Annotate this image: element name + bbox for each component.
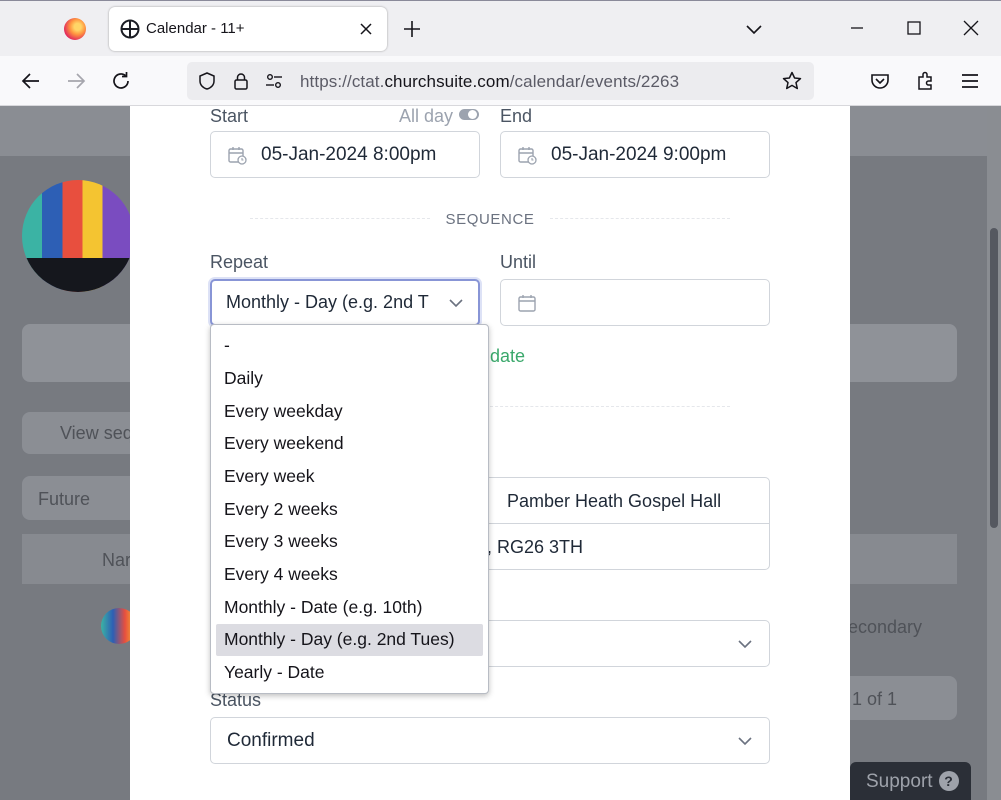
repeat-select-value: Monthly - Day (e.g. 2nd T [226,292,429,312]
start-datetime-value: 05-Jan-2024 8:00pm [261,144,437,165]
repeat-option[interactable]: Monthly - Date (e.g. 10th) [216,592,483,624]
end-datetime-field[interactable]: 05-Jan-2024 9:00pm [500,131,770,178]
close-tab-icon[interactable] [356,19,376,39]
help-icon: ? [938,771,959,791]
calendar-icon [518,295,536,312]
all-day-label: All day [399,106,454,126]
chevron-down-icon [449,299,463,308]
calendar-clock-icon [518,147,537,165]
support-button[interactable]: Support? [850,762,971,800]
view-sequence-label: View seq [60,423,133,443]
forward-icon[interactable] [64,69,88,93]
sequence-heading: SEQUENCE [445,211,535,228]
churchsuite-favicon-icon [120,19,140,39]
pocket-icon[interactable] [868,69,892,93]
calendar-clock-icon [228,147,247,165]
maximize-icon[interactable] [903,17,925,39]
tab-title: Calendar - 11+ [146,20,245,37]
support-label: Support [866,771,933,792]
permissions-icon[interactable] [264,71,284,91]
divider [490,406,730,407]
pagination-text: 1 of 1 [852,689,898,709]
close-window-icon[interactable] [960,17,982,39]
back-icon[interactable] [19,69,43,93]
repeat-option[interactable]: Daily [216,363,483,395]
status-select[interactable]: Confirmed [210,717,770,764]
end-datetime-value: 05-Jan-2024 9:00pm [551,144,727,165]
repeat-option[interactable]: Every 2 weeks [216,494,483,526]
scroll-thumb[interactable] [990,228,998,528]
bookmark-star-icon[interactable] [781,70,803,92]
status-value: Confirmed [227,730,315,751]
location-name: Pamber Heath Gospel Hall [507,491,722,511]
until-date-field[interactable] [500,279,770,326]
repeat-option[interactable]: Every week [216,461,483,493]
menu-icon[interactable] [958,69,982,93]
add-date-link[interactable]: date [490,346,525,367]
new-tab-icon[interactable] [401,18,423,40]
browser-tab[interactable]: Calendar - 11+ [109,7,387,51]
repeat-option[interactable]: Every weekend [216,428,483,460]
repeat-option[interactable]: Every 4 weeks [216,559,483,591]
navigation-toolbar: https://ctat.churchsuite.com/calendar/ev… [0,56,1001,106]
pagination[interactable]: 1 of 1 [840,676,957,720]
tab-bar: Calendar - 11+ [0,0,1001,56]
all-day-toggle[interactable] [459,109,479,120]
end-label: End [500,106,533,126]
filter-value: Future [38,489,91,509]
page-scrollbar[interactable] [987,106,1001,800]
extensions-icon[interactable] [913,69,937,93]
start-datetime-field[interactable]: 05-Jan-2024 8:00pm [210,131,480,178]
reload-icon[interactable] [109,69,133,93]
chevron-down-icon [738,737,752,746]
repeat-option-selected[interactable]: Monthly - Day (e.g. 2nd Tues) [216,624,483,656]
column-header: Nar [102,550,132,570]
address-bar[interactable]: https://ctat.churchsuite.com/calendar/ev… [187,62,814,100]
repeat-select[interactable]: Monthly - Day (e.g. 2nd T [210,279,480,326]
secondary-badge: econdary [848,617,923,637]
location-address: , RG26 3TH [487,537,584,557]
calendar-avatar [22,180,134,292]
url-text: https://ctat.churchsuite.com/calendar/ev… [300,72,680,91]
repeat-label: Repeat [210,252,269,272]
until-label: Until [500,252,537,272]
divider [550,218,730,219]
lock-icon[interactable] [231,71,251,91]
repeat-option[interactable]: Every 3 weeks [216,526,483,558]
shield-icon[interactable] [197,71,217,91]
chevron-down-icon [738,640,752,649]
repeat-option[interactable]: Yearly - Date [216,657,483,689]
list-all-tabs-icon[interactable] [744,19,764,39]
repeat-option[interactable]: - [216,330,483,362]
repeat-option[interactable]: Every weekday [216,396,483,428]
start-label: Start [210,106,249,126]
firefox-icon[interactable] [64,18,86,40]
repeat-dropdown-list: - Daily Every weekday Every weekend Ever… [210,324,489,694]
minimize-icon[interactable] [846,17,868,39]
